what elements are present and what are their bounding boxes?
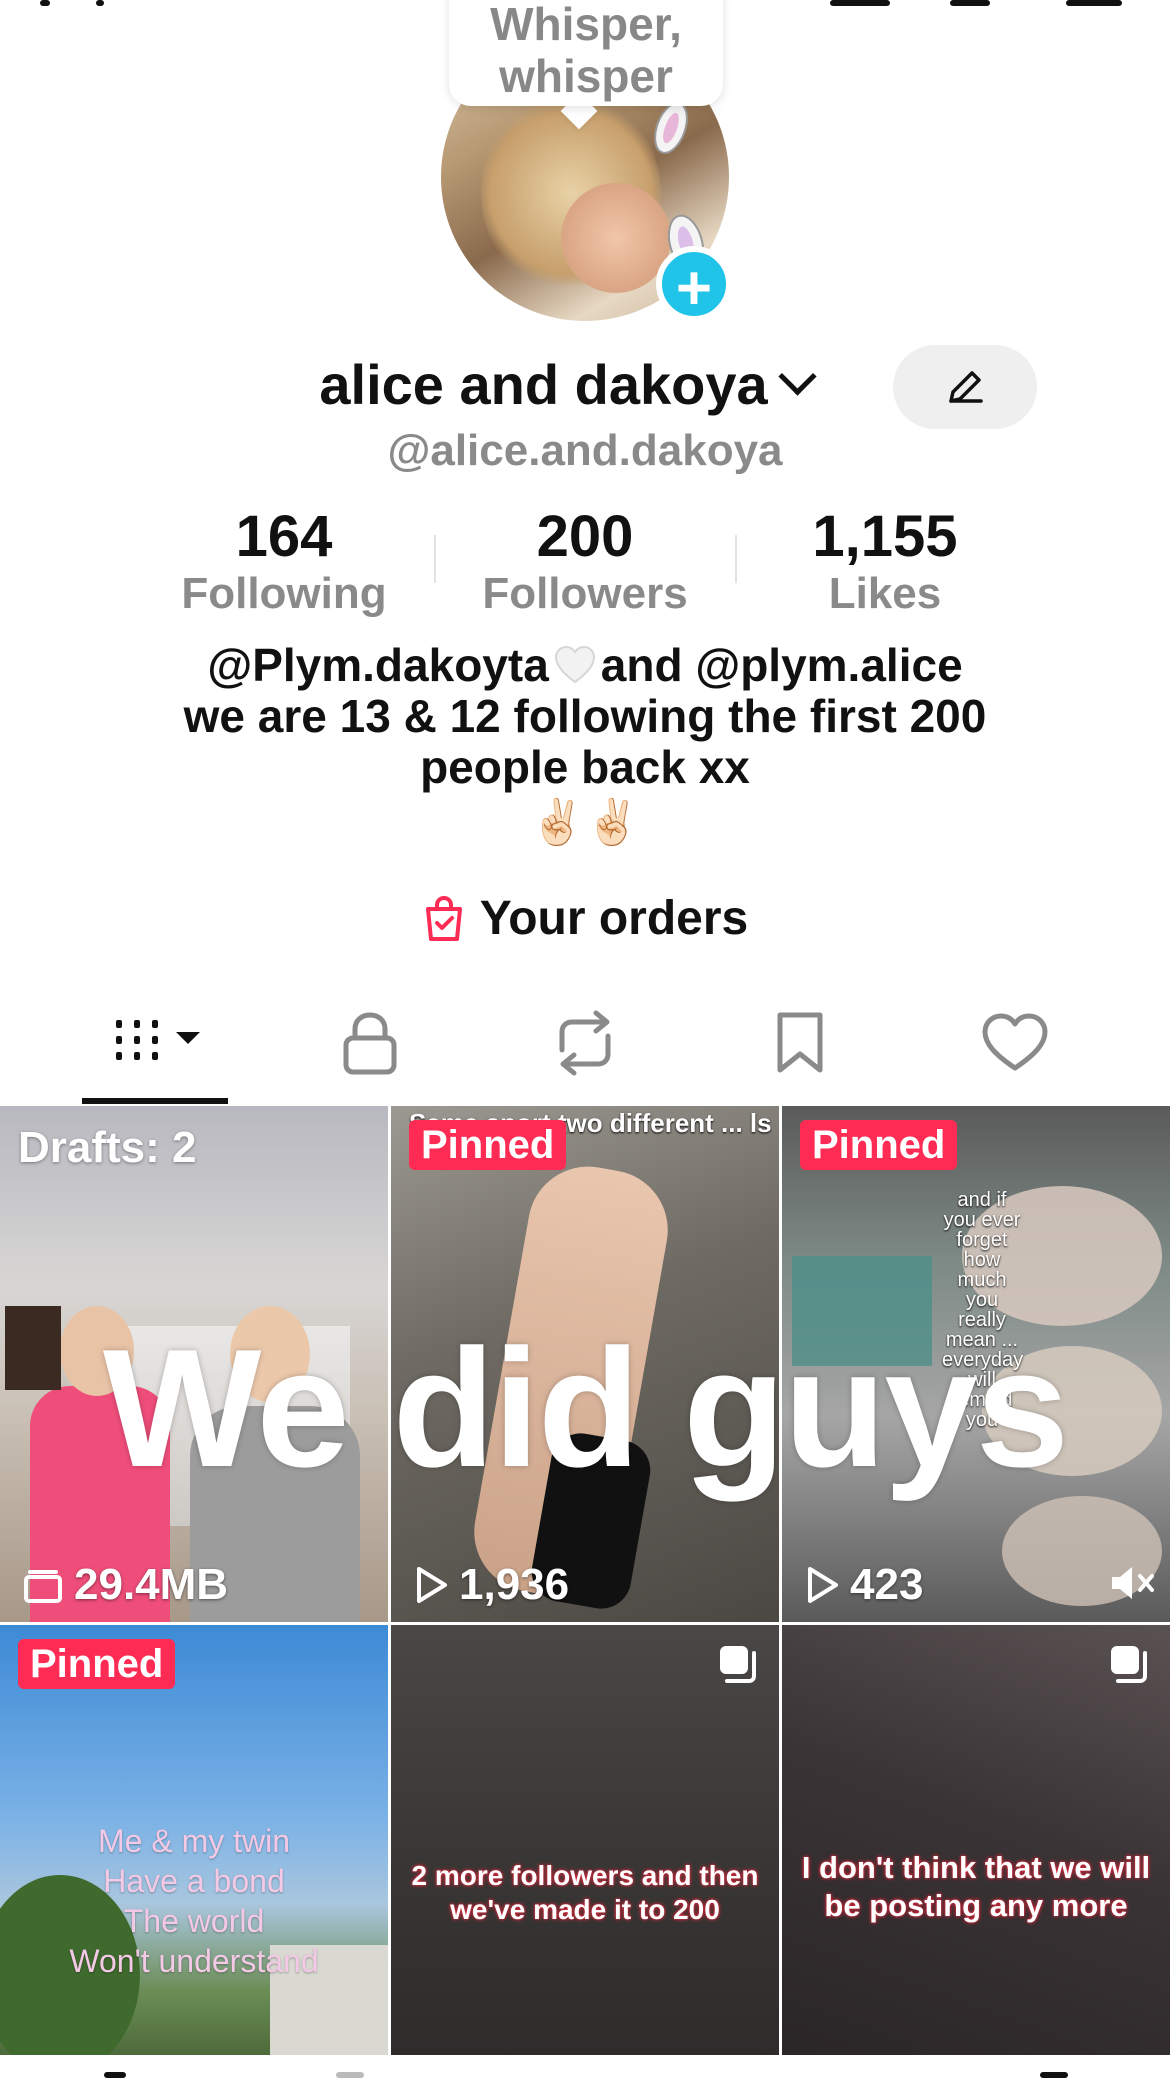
bio-line-2: we are 13 & 12 following the first 200 (183, 690, 987, 742)
orders-label: Your orders (479, 892, 749, 945)
drafts-stack-icon (24, 1570, 62, 1603)
tab-private[interactable] (335, 1010, 435, 1080)
white-heart-icon (554, 645, 595, 684)
drafts-count: Drafts: 2 (18, 1123, 197, 1172)
add-story-button[interactable]: + (656, 246, 732, 323)
grid-item-video-5[interactable]: 2 more followers and then we've made it … (391, 1625, 779, 2055)
draft-size-label: 29.4MB (74, 1560, 229, 1609)
profile-bio: @Plym.dakoyta and @plym.alice we are 13 &… (60, 637, 1110, 853)
caption-line: be posting any more (824, 1888, 1128, 1923)
view-count-label: 1,936 (459, 1560, 570, 1609)
tab-favorites[interactable] (770, 1010, 870, 1080)
caption-line: we've made it to 200 (450, 1894, 720, 1925)
grid-item-video-4[interactable]: Pinned Me & my twin Have a bond The worl… (0, 1625, 388, 2055)
photo-carousel-icon (1111, 1646, 1147, 1683)
your-orders-link[interactable]: Your orders (0, 888, 1170, 959)
view-count-label: 423 (850, 1560, 924, 1609)
repost-icon (559, 1010, 611, 1076)
heart-outline-icon (982, 1013, 1048, 1071)
play-icon (808, 1567, 838, 1603)
caption-line: 2 more followers and then (411, 1860, 759, 1891)
play-icon (417, 1567, 447, 1603)
view-count: 423 (804, 1560, 923, 1610)
overlay-big-text: We did guys (102, 1314, 1069, 1502)
note-line-2: whisper (499, 50, 673, 102)
profile-handle: @alice.and.dakoya (387, 426, 783, 475)
stat-followers[interactable]: 200 Followers (435, 502, 735, 616)
bio-line-3: people back xx (420, 741, 750, 793)
stat-value: 200 (536, 504, 634, 569)
profile-name: alice and dakoya (319, 353, 768, 416)
pinned-badge: Pinned (800, 1120, 958, 1170)
tab-liked[interactable] (980, 1010, 1080, 1080)
stat-following[interactable]: 164 Following (134, 502, 434, 616)
grid-item-video-6[interactable]: I don't think that we will be posting an… (782, 1625, 1170, 2055)
video-caption: 2 more followers and then we've made it … (391, 1859, 779, 1927)
bio-emojis: ✌🏻✌🏻 (530, 798, 640, 847)
caption-line: I don't think that we will (801, 1850, 1151, 1885)
view-count: 1,936 (413, 1560, 569, 1610)
draft-size: 29.4MB (22, 1560, 228, 1610)
pinned-badge: Pinned (18, 1639, 176, 1689)
video-caption: Me & my twin Have a bond The world Won't… (0, 1821, 388, 1981)
mute-icon[interactable] (1108, 1562, 1156, 1604)
active-tab-indicator (82, 1098, 228, 1104)
tab-reposts[interactable] (550, 1010, 650, 1080)
note-line-1: Whisper, (490, 0, 682, 50)
caption-line: The world (123, 1903, 265, 1939)
lock-icon (343, 1012, 397, 1075)
stat-label: Following (181, 569, 387, 618)
caption-line: Me & my twin (97, 1823, 291, 1859)
stat-label: Likes (828, 569, 942, 618)
bio-mention-alice[interactable]: and @plym.alice (601, 639, 963, 691)
caption-line: Have a bond (103, 1863, 285, 1899)
stat-value: 164 (235, 504, 333, 569)
stat-likes[interactable]: 1,155 Likes (735, 502, 1035, 616)
caption-line: Won't understand (69, 1943, 319, 1979)
bottom-nav-edge (0, 2058, 1170, 2080)
shopping-bag-icon (425, 895, 462, 941)
pencil-icon (949, 371, 983, 403)
bio-mention-dakoyta[interactable]: @Plym.dakoyta (207, 639, 548, 691)
bookmark-icon (777, 1012, 823, 1073)
edit-profile-button[interactable] (893, 345, 1037, 429)
chevron-down-icon[interactable] (778, 357, 817, 396)
pinned-badge: Pinned (409, 1120, 567, 1170)
note-bubble[interactable]: Whisper, whisper (449, 0, 723, 106)
stat-value: 1,155 (812, 504, 958, 569)
video-caption: I don't think that we will be posting an… (782, 1849, 1170, 1925)
grid-dropdown-icon (116, 1020, 200, 1060)
photo-carousel-icon (720, 1646, 756, 1683)
stat-label: Followers (482, 569, 688, 618)
tab-videos[interactable] (110, 1010, 210, 1080)
